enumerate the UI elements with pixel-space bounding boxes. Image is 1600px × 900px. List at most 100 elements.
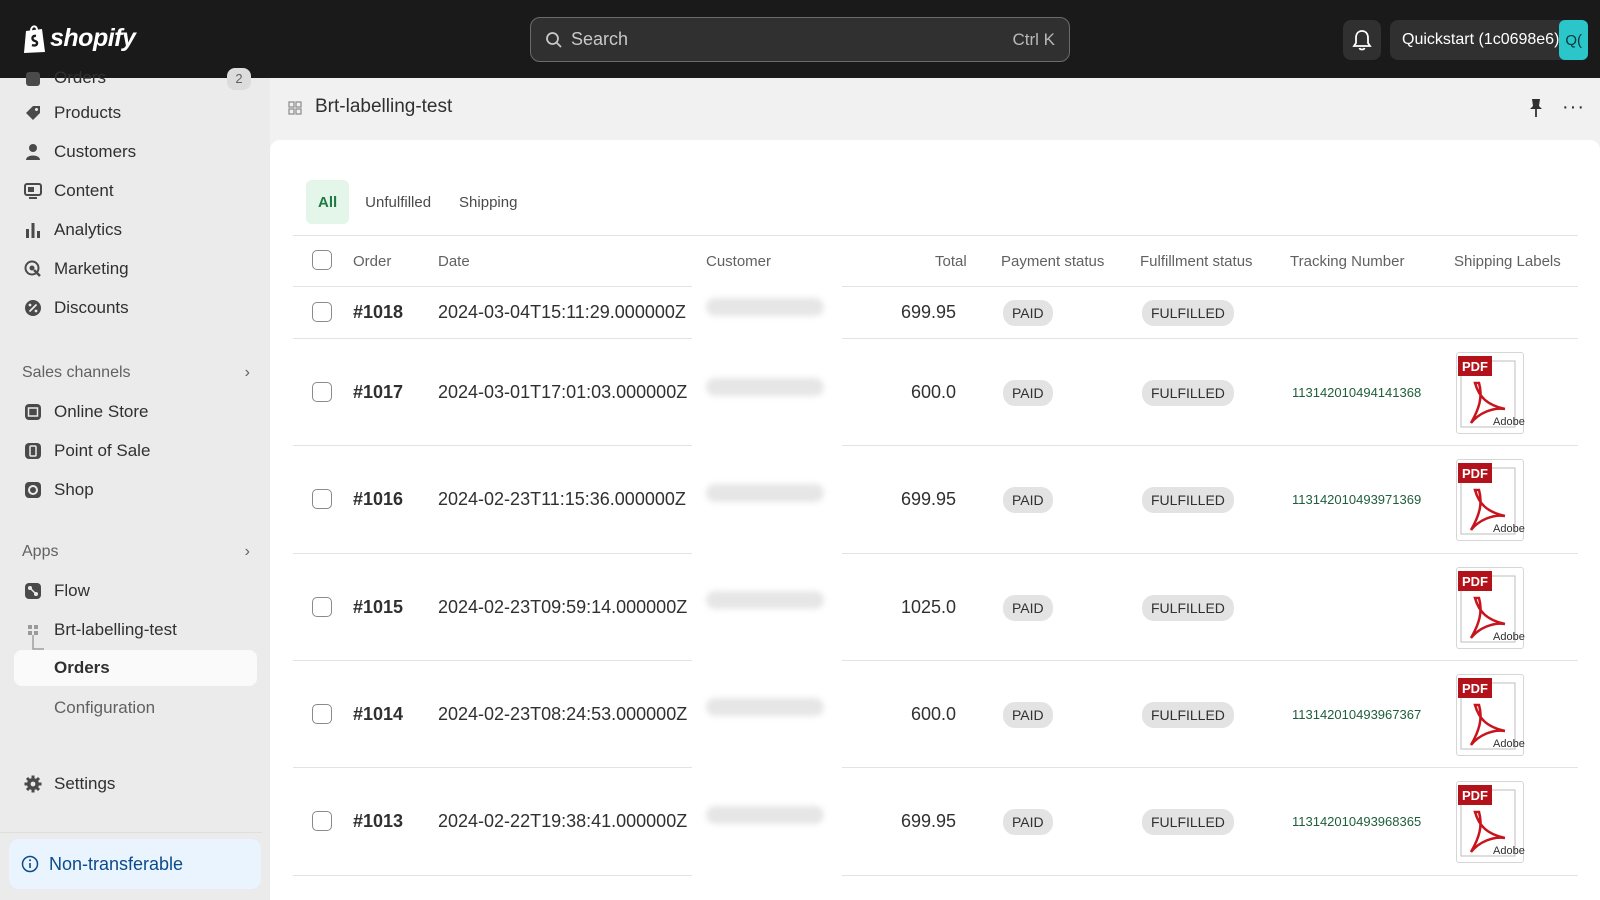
apps-heading[interactable]: Apps › <box>22 543 250 561</box>
pdf-badge-label: PDF <box>1462 681 1488 696</box>
order-number[interactable]: #1014 <box>353 704 403 725</box>
order-number[interactable]: #1017 <box>353 382 403 403</box>
sidebar-item-online-store[interactable]: Online Store <box>14 394 257 430</box>
row-checkbox[interactable] <box>312 704 332 724</box>
column-header-tracking-number[interactable]: Tracking Number <box>1290 253 1404 270</box>
table-row[interactable]: #1017 2024-03-01T17:01:03.000000Z 600.0 PAI… <box>293 339 1578 446</box>
column-header-fulfillment-status[interactable]: Fulfillment status <box>1140 253 1253 270</box>
order-date: 2024-02-23T11:15:36.000000Z <box>438 489 686 509</box>
row-checkbox[interactable] <box>312 302 332 322</box>
table-row[interactable]: #1015 2024-02-23T09:59:14.000000Z 1025.0 PA… <box>293 554 1578 661</box>
table-row[interactable]: #1018 2024-03-04T15:11:29.000000Z 699.95 PA… <box>293 287 1578 339</box>
sidebar-item-flow[interactable]: Flow <box>14 573 257 609</box>
select-all-checkbox[interactable] <box>312 250 332 270</box>
order-number[interactable]: #1013 <box>353 811 403 832</box>
order-date: 2024-02-23T09:59:14.000000Z <box>438 597 688 617</box>
sidebar-item-label: Marketing <box>54 259 129 278</box>
payment-status-badge: PAID <box>1003 809 1053 835</box>
column-header-order[interactable]: Order <box>353 253 391 270</box>
column-header-payment-status[interactable]: Payment status <box>1001 253 1104 270</box>
bell-icon <box>1352 30 1372 51</box>
store-icon <box>25 404 41 420</box>
sidebar-item-label: Orders <box>54 658 110 677</box>
fulfillment-status-badge: FULFILLED <box>1142 300 1234 326</box>
sidebar: Orders 2 Products Customers Content Anal… <box>0 68 270 900</box>
row-checkbox[interactable] <box>312 382 332 402</box>
row-checkbox[interactable] <box>312 811 332 831</box>
sidebar-item-label: Customers <box>54 142 137 161</box>
orders-card: All Unfulfilled Shipping Order Date Cust… <box>270 140 1600 900</box>
sidebar-divider <box>0 832 262 833</box>
order-date: 2024-03-01T17:01:03.000000Z <box>438 382 688 402</box>
order-number[interactable]: #1015 <box>353 597 403 618</box>
tab-unfulfilled[interactable]: Unfulfilled <box>353 180 443 224</box>
sales-channels-heading[interactable]: Sales channels › <box>22 364 250 382</box>
sidebar-item-content[interactable]: Content <box>14 173 257 209</box>
tracking-number[interactable]: 113142010494141368 <box>1292 385 1421 400</box>
tracking-number[interactable]: 113142010493967367 <box>1292 707 1421 722</box>
sidebar-item-shop[interactable]: Shop <box>14 472 257 508</box>
table-row[interactable]: #1016 2024-02-23T11:15:36.000000Z 699.95 PA… <box>293 446 1578 554</box>
notifications-button[interactable] <box>1343 20 1381 60</box>
sidebar-item-label: Content <box>54 181 114 200</box>
shopify-logo[interactable]: shopify <box>22 22 136 54</box>
shipping-label-pdf-icon[interactable]: PDF Adobe <box>1456 567 1525 649</box>
content-icon <box>24 183 42 199</box>
flow-icon <box>25 583 41 599</box>
brand-name: shopify <box>50 23 136 52</box>
shipping-label-pdf-icon[interactable]: PDF Adobe <box>1456 674 1525 756</box>
sidebar-item-settings[interactable]: Settings <box>14 766 257 802</box>
tab-all[interactable]: All <box>306 180 350 224</box>
sidebar-item-orders-partial[interactable]: Orders <box>14 66 257 88</box>
row-checkbox[interactable] <box>312 597 332 617</box>
order-number[interactable]: #1018 <box>353 302 403 323</box>
sidebar-item-label: Settings <box>54 774 116 793</box>
sidebar-item-customers[interactable]: Customers <box>14 134 257 170</box>
pdf-brand-label: Adobe <box>1493 631 1525 643</box>
column-header-date[interactable]: Date <box>438 253 470 270</box>
pdf-brand-label: Adobe <box>1493 523 1525 535</box>
redacted-customer <box>706 298 824 316</box>
person-icon <box>26 144 40 160</box>
redacted-customer <box>706 378 824 396</box>
column-header-total[interactable]: Total <box>935 253 967 270</box>
account-menu-button[interactable]: Quickstart (1c0698e6) Q( <box>1390 20 1588 60</box>
tracking-number[interactable]: 113142010493968365 <box>1292 814 1421 829</box>
sidebar-item-point-of-sale[interactable]: Point of Sale <box>14 433 257 469</box>
sidebar-item-label: Analytics <box>54 220 123 239</box>
shipping-label-pdf-icon[interactable]: PDF Adobe <box>1456 352 1525 434</box>
more-actions-icon[interactable]: ··· <box>1562 96 1585 119</box>
row-checkbox[interactable] <box>312 489 332 509</box>
table-row[interactable]: #1013 2024-02-22T19:38:41.000000Z 699.95 PA… <box>293 768 1578 876</box>
sidebar-item-analytics[interactable]: Analytics <box>14 212 257 248</box>
sidebar-item-marketing[interactable]: Marketing <box>14 251 257 287</box>
non-transferable-banner[interactable]: Non-transferable <box>9 839 261 889</box>
fulfillment-status-badge: FULFILLED <box>1142 702 1234 728</box>
table-row[interactable]: #1014 2024-02-23T08:24:53.000000Z 600.0 PAI… <box>293 661 1578 768</box>
order-number[interactable]: #1016 <box>353 489 403 510</box>
column-header-shipping-labels[interactable]: Shipping Labels <box>1454 253 1561 270</box>
redacted-customer <box>706 484 824 502</box>
payment-status-badge: PAID <box>1003 702 1053 728</box>
sidebar-item-orders[interactable]: Orders <box>14 650 257 686</box>
avatar: Q( <box>1559 20 1588 60</box>
tracking-number[interactable]: 113142010493971369 <box>1292 492 1421 507</box>
pdf-brand-label: Adobe <box>1493 416 1525 428</box>
sidebar-item-configuration[interactable]: Configuration <box>14 690 257 726</box>
search-input[interactable]: Search Ctrl K <box>530 17 1070 62</box>
sidebar-item-discounts[interactable]: Discounts <box>14 290 257 326</box>
sidebar-item-label: Shop <box>54 480 94 499</box>
fulfillment-status-badge: FULFILLED <box>1142 809 1234 835</box>
redacted-customer <box>706 806 824 824</box>
sidebar-item-brt-labelling-test[interactable]: Brt-labelling-test <box>14 612 257 648</box>
sidebar-item-products[interactable]: Products <box>14 95 257 131</box>
tab-shipping[interactable]: Shipping <box>447 180 529 224</box>
info-icon <box>21 855 39 873</box>
shipping-label-pdf-icon[interactable]: PDF Adobe <box>1456 459 1525 541</box>
gear-icon <box>24 775 42 793</box>
shipping-label-pdf-icon[interactable]: PDF Adobe <box>1456 781 1525 863</box>
pin-icon[interactable] <box>1528 98 1544 118</box>
pdf-badge-label: PDF <box>1462 788 1488 803</box>
pdf-badge-label: PDF <box>1462 359 1488 374</box>
column-header-customer[interactable]: Customer <box>706 253 771 270</box>
